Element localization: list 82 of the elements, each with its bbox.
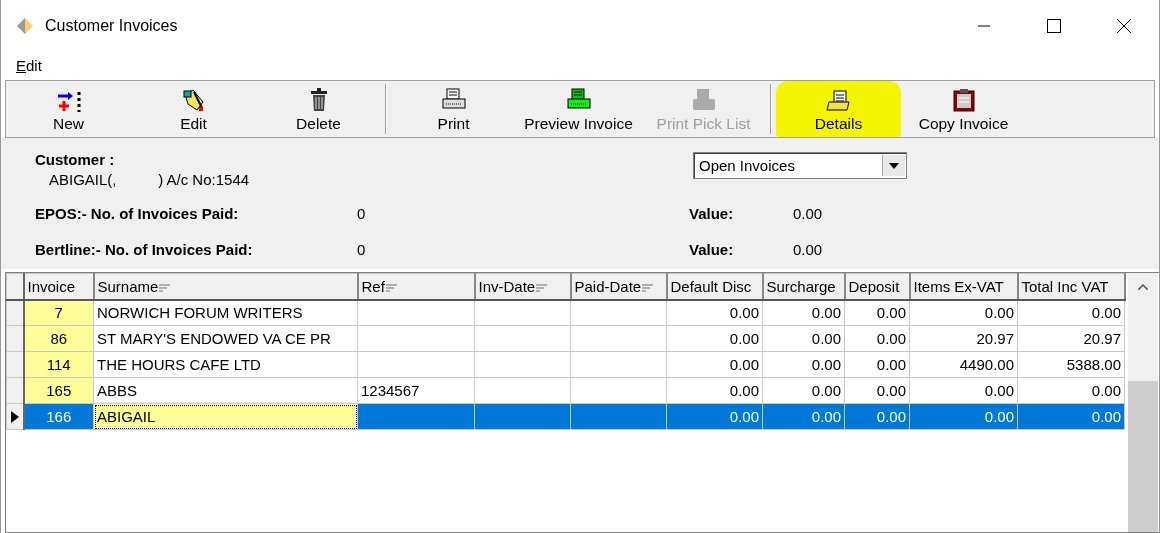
- row-pointer-icon: [10, 410, 19, 423]
- table-cell: ST MARY'S ENDOWED VA CE PR: [93, 325, 358, 352]
- table-cell: 0.00: [909, 299, 1018, 326]
- table-cell: 0.00: [844, 377, 910, 404]
- column-header[interactable]: Total Inc VAT: [1017, 273, 1125, 300]
- pencil-icon: [181, 88, 206, 112]
- table-cell: 20.97: [1017, 325, 1125, 352]
- arrow-plus-icon: [55, 90, 82, 112]
- printer-icon: [690, 88, 717, 112]
- column-header[interactable]: Deposit: [844, 273, 910, 300]
- table-cell: 165: [23, 377, 94, 404]
- menu-item[interactable]: Edit: [15, 56, 43, 74]
- table-cell: 0.00: [844, 325, 910, 352]
- table-cell: 0.00: [762, 403, 845, 430]
- table-cell: 0.00: [666, 299, 763, 326]
- table-cell: 0.00: [1017, 299, 1125, 326]
- table-cell: THE HOURS CAFE LTD: [93, 351, 358, 378]
- close-icon: [1117, 19, 1131, 33]
- printer-icon: [565, 88, 592, 112]
- toolbar-button[interactable]: Preview Invoice: [516, 81, 641, 137]
- table-cell: 0.00: [666, 377, 763, 404]
- column-header[interactable]: Default Disc: [666, 273, 763, 300]
- trash-icon: [308, 88, 329, 112]
- scrollbar[interactable]: [1127, 273, 1158, 532]
- table-cell: 20.97: [909, 325, 1018, 352]
- row-selector[interactable]: [6, 403, 24, 430]
- printer-icon: [440, 88, 467, 112]
- toolbar-button[interactable]: Copy Invoice: [901, 81, 1026, 137]
- column-header[interactable]: Invoice: [23, 273, 94, 300]
- document-printer-icon: [825, 90, 852, 112]
- toolbar-button[interactable]: New: [6, 81, 131, 137]
- toolbar-button[interactable]: Delete: [256, 81, 381, 137]
- table-cell: 4490.00: [909, 351, 1018, 378]
- scroll-thumb[interactable]: [1127, 381, 1158, 532]
- column-header[interactable]: Surname: [93, 273, 358, 300]
- column-header[interactable]: Inv-Date: [474, 273, 571, 300]
- table-cell: 0.00: [1017, 377, 1125, 404]
- column-header[interactable]: Paid-Date: [570, 273, 667, 300]
- row-selector[interactable]: [6, 299, 24, 326]
- table-cell: 86: [23, 325, 94, 352]
- table-cell: ABIGAIL: [93, 403, 358, 430]
- row-header: [6, 273, 24, 300]
- toolbar-button[interactable]: Details: [776, 81, 901, 137]
- stat-label: EPOS:- No. of Invoices Paid:: [35, 204, 240, 222]
- toolbar-button[interactable]: Edit: [131, 81, 256, 137]
- customer-label: Customer :: [35, 151, 116, 168]
- table-cell: 0.00: [909, 403, 1018, 430]
- table-cell: 0.00: [762, 351, 845, 378]
- table-cell: 5388.00: [1017, 351, 1125, 378]
- table-cell: 1234567: [357, 377, 475, 404]
- customer-name: ABIGAIL(, ) A/c No:1544: [48, 171, 251, 188]
- table-cell: 7: [23, 299, 94, 326]
- value-label: Value:: [689, 240, 735, 258]
- table-cell: 0.00: [844, 299, 910, 326]
- table-cell: 0.00: [1017, 403, 1125, 430]
- clipboard-icon: [952, 88, 975, 112]
- window-title: Customer Invoices: [45, 17, 179, 35]
- table-cell: 0.00: [666, 325, 763, 352]
- table-cell: NORWICH FORUM WRITERS: [93, 299, 358, 326]
- stat-count: 0: [357, 204, 367, 222]
- toolbar-button[interactable]: Print: [391, 81, 516, 137]
- table-cell: 0.00: [666, 351, 763, 378]
- stat-count: 0: [357, 240, 367, 258]
- table-cell: 0.00: [762, 299, 845, 326]
- stat-label: Bertline:- No. of Invoices Paid:: [35, 240, 254, 258]
- maximize-icon: [1047, 19, 1061, 33]
- table-cell: 0.00: [762, 377, 845, 404]
- table-cell: 0.00: [762, 325, 845, 352]
- table-cell: 114: [23, 351, 94, 378]
- column-header[interactable]: Surcharge: [762, 273, 845, 300]
- table-cell: 0.00: [666, 403, 763, 430]
- table-cell: 166: [23, 403, 94, 430]
- stat-value: 0.00: [793, 240, 823, 258]
- app-icon: [16, 17, 34, 35]
- stat-value: 0.00: [793, 204, 823, 222]
- column-header[interactable]: Items Ex-VAT: [909, 273, 1018, 300]
- table-cell: 0.00: [844, 351, 910, 378]
- filter-dropdown[interactable]: Open Invoices: [693, 152, 907, 179]
- table-cell: ABBS: [93, 377, 358, 404]
- value-label: Value:: [689, 204, 735, 222]
- column-header[interactable]: Ref: [357, 273, 475, 300]
- table-cell: 0.00: [909, 377, 1018, 404]
